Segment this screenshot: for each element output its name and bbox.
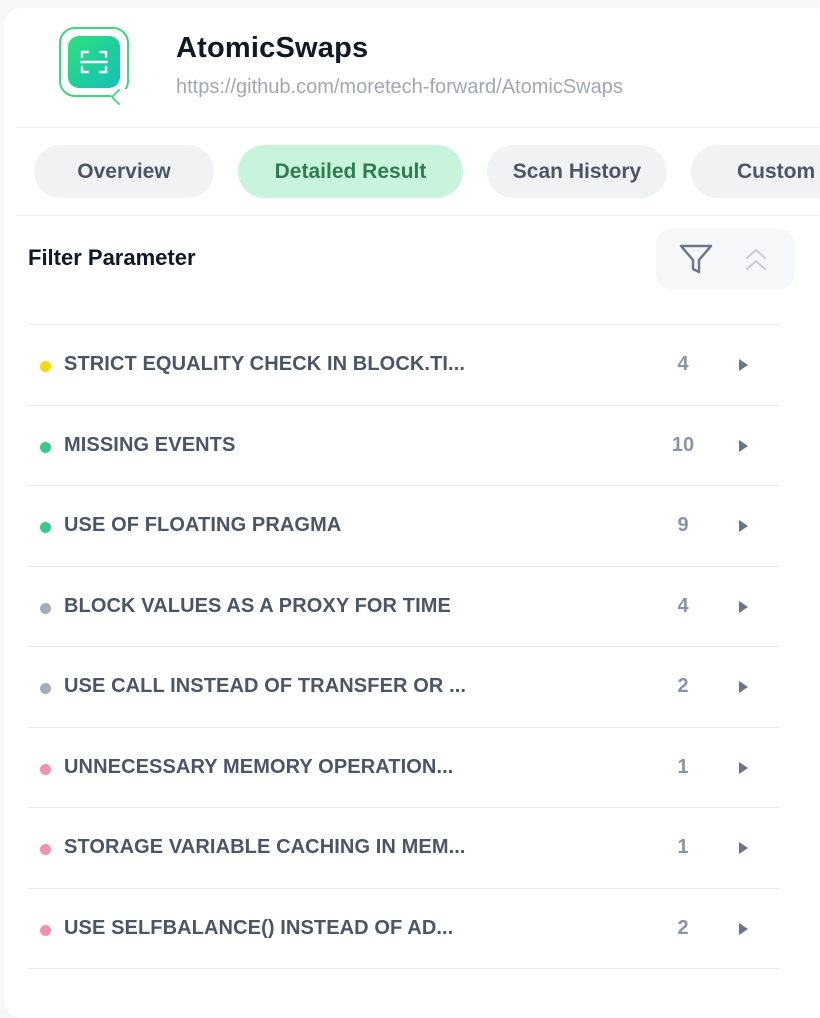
issue-row[interactable]: BLOCK VALUES AS A PROXY FOR TIME 4 [28, 567, 779, 647]
severity-dot [40, 602, 51, 614]
funnel-icon [679, 244, 713, 274]
issue-list: STRICT EQUALITY CHECK IN BLOCK.TI... 4 MIS… [28, 324, 779, 969]
issue-label: USE SELFBALANCE() INSTEAD OF AD... [64, 916, 454, 939]
tab-overview[interactable]: Overview [34, 145, 214, 198]
tab-detailed-result[interactable]: Detailed Result [238, 145, 463, 198]
expand-arrow-icon[interactable] [739, 842, 748, 854]
expand-arrow-icon[interactable] [739, 439, 748, 452]
severity-dot [40, 522, 51, 533]
issue-label: MISSING EVENTS [64, 433, 236, 456]
severity-dot [40, 924, 51, 936]
issue-count: 2 [677, 675, 689, 697]
issue-label: STORAGE VARIABLE CACHING IN MEM... [64, 836, 466, 858]
severity-dot [40, 361, 51, 372]
tab-scan-history[interactable]: Scan History [487, 145, 667, 198]
issue-row[interactable]: USE SELFBALANCE() INSTEAD OF AD... 2 [28, 889, 779, 969]
issue-count: 10 [671, 433, 695, 456]
chevrons-up-icon [746, 249, 766, 270]
tab-bar: Overview Detailed Result Scan History Cu… [16, 128, 820, 216]
project-url[interactable]: https://github.com/moretech-forward/Atom… [176, 76, 623, 99]
expand-arrow-icon[interactable] [739, 520, 748, 532]
issue-label: UNNECESSARY MEMORY OPERATION... [64, 755, 454, 778]
expand-arrow-icon[interactable] [739, 681, 748, 693]
issue-label: STRICT EQUALITY CHECK IN BLOCK.TI... [64, 353, 466, 375]
expand-arrow-icon[interactable] [739, 600, 748, 613]
scan-icon [80, 50, 108, 74]
issue-count: 4 [677, 594, 689, 617]
severity-dot [40, 683, 51, 694]
issue-row[interactable]: STRICT EQUALITY CHECK IN BLOCK.TI... 4 [28, 325, 779, 406]
severity-dot [40, 441, 51, 453]
issue-row[interactable]: USE CALL INSTEAD OF TRANSFER OR ... 2 [28, 647, 779, 728]
project-title: AtomicSwaps [176, 32, 369, 64]
filter-button[interactable] [676, 240, 716, 280]
project-header: AtomicSwaps https://github.com/moretech-… [16, 8, 820, 128]
severity-dot [40, 763, 51, 775]
expand-arrow-icon[interactable] [739, 761, 748, 774]
expand-arrow-icon[interactable] [739, 922, 748, 935]
issue-count: 9 [677, 514, 689, 536]
issue-label: USE CALL INSTEAD OF TRANSFER OR ... [64, 675, 467, 697]
issue-count: 1 [677, 755, 689, 778]
issue-label: USE OF FLOATING PRAGMA [64, 514, 342, 536]
issue-count: 2 [677, 916, 689, 939]
issue-row[interactable]: UNNECESSARY MEMORY OPERATION... 1 [28, 728, 779, 808]
issue-label: BLOCK VALUES AS A PROXY FOR TIME [64, 594, 451, 617]
issue-row[interactable]: USE OF FLOATING PRAGMA 9 [28, 486, 779, 567]
project-logo [59, 27, 129, 103]
severity-dot [40, 844, 51, 855]
issue-row[interactable]: MISSING EVENTS 10 [28, 406, 779, 486]
issue-count: 1 [677, 836, 689, 858]
issue-count: 4 [677, 353, 689, 375]
filter-title: Filter Parameter [28, 245, 196, 270]
main-card: AtomicSwaps https://github.com/moretech-… [4, 8, 820, 1018]
tab-custom[interactable]: Custom [691, 145, 820, 198]
issue-row[interactable]: STORAGE VARIABLE CACHING IN MEM... 1 [28, 808, 779, 889]
filter-controls [656, 229, 794, 289]
collapse-button[interactable] [736, 240, 776, 280]
expand-arrow-icon[interactable] [739, 359, 748, 371]
